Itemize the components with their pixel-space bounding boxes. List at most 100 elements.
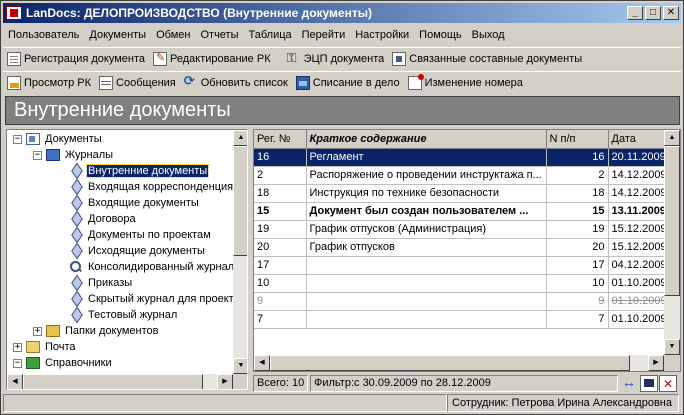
digital-signature-button[interactable]: ЭЦП документа (283, 49, 389, 69)
journal-icon (69, 198, 83, 208)
scroll-thumb[interactable] (270, 355, 630, 371)
tree-node-documents[interactable]: − Документы (13, 131, 103, 147)
scroll-thumb[interactable] (233, 146, 247, 256)
scroll-up-icon[interactable]: ▲ (664, 130, 680, 146)
menu-documents[interactable]: Документы (84, 29, 151, 41)
filter-status: Фильтр:с 30.09.2009 по 28.12.2009 (310, 374, 618, 392)
filter-settings-icon[interactable] (640, 374, 658, 392)
tree-node-label: Папки документов (65, 325, 159, 337)
swap-columns-icon[interactable] (621, 374, 639, 392)
tree-node-label: Консолидированный журнал (88, 261, 233, 273)
collapse-icon[interactable]: − (13, 134, 22, 144)
menu-exit[interactable]: Выход (467, 29, 510, 41)
tree-horizontal-scrollbar[interactable]: ◀ ▶ (7, 374, 233, 389)
menu-user[interactable]: Пользователь (3, 29, 84, 41)
table-row[interactable]: 20 График отпусков 20 15.12.2009 (254, 238, 664, 257)
tree-node-test-journal[interactable]: Тестовый журнал (69, 307, 178, 323)
scroll-left-icon[interactable]: ◀ (7, 374, 23, 389)
cell-summary (306, 274, 547, 293)
menu-reports[interactable]: Отчеты (195, 29, 243, 41)
journal-icon (69, 166, 83, 176)
clear-filter-icon[interactable] (659, 374, 677, 392)
expand-icon[interactable]: + (13, 342, 22, 352)
scroll-up-icon[interactable]: ▲ (233, 130, 247, 146)
scroll-down-icon[interactable]: ▼ (233, 358, 247, 374)
cell-seq-no: 18 (546, 184, 609, 203)
app-logo-icon (6, 6, 22, 20)
grid-vertical-scrollbar[interactable]: ▲ ▼ (664, 130, 680, 355)
tree-node-label: Тестовый журнал (88, 309, 178, 321)
table-row[interactable]: 10 10 01.10.2009 (254, 274, 664, 293)
menu-settings[interactable]: Настройки (350, 29, 414, 41)
linked-docs-button[interactable]: Связанные составные документы (388, 49, 586, 69)
cell-seq-no: 9 (546, 292, 609, 311)
table-row[interactable]: 15 Документ был создан пользователем ...… (254, 202, 664, 221)
tree-node-project-docs[interactable]: Документы по проектам (69, 227, 212, 243)
table-row[interactable]: 16 Регламент 16 20.11.2009 (254, 148, 664, 167)
refresh-button[interactable]: Обновить список (180, 73, 292, 93)
grid-footer: Всего: 10 Фильтр:с 30.09.2009 по 28.12.2… (253, 374, 681, 392)
table-row[interactable]: 2 Распоряжение о проведении инструктажа … (254, 166, 664, 185)
tree-node-journals[interactable]: − Журналы (33, 147, 114, 163)
tree-node-directories[interactable]: − Справочники (13, 355, 113, 371)
table-row[interactable]: 18 Инструкция по технике безопасности 18… (254, 184, 664, 203)
book-icon (26, 357, 40, 369)
scroll-right-icon[interactable]: ▶ (648, 355, 664, 371)
archive-button[interactable]: Списание в дело (292, 73, 404, 93)
column-header-seq-no[interactable]: N п/п (546, 130, 609, 149)
messages-button[interactable]: Сообщения (95, 73, 180, 93)
scroll-thumb[interactable] (664, 146, 680, 296)
tree-node-internal-docs[interactable]: Внутренние документы (69, 163, 210, 179)
collapse-icon[interactable]: − (33, 150, 42, 160)
tree-node-contracts[interactable]: Договора (69, 211, 137, 227)
cell-date: 15.12.2009 (608, 238, 664, 257)
journal-icon (69, 310, 83, 320)
table-row[interactable]: 9 9 01.10.2009 (254, 292, 664, 311)
messages-label: Сообщения (116, 76, 176, 89)
cell-date: 04.12.2009 (608, 256, 664, 275)
close-button[interactable]: ✕ (663, 6, 679, 20)
menu-table[interactable]: Таблица (244, 29, 297, 41)
cell-reg-no: 18 (254, 184, 307, 203)
cell-summary: Распоряжение о проведении инструктажа п.… (306, 166, 547, 185)
tree-node-outgoing-docs[interactable]: Исходящие документы (69, 243, 206, 259)
menu-navigate[interactable]: Перейти (297, 29, 351, 41)
scroll-right-icon[interactable]: ▶ (217, 374, 233, 389)
tree-vertical-scrollbar[interactable]: ▲ ▼ (233, 130, 247, 374)
edit-card-button[interactable]: Редактирование РК (149, 49, 275, 69)
cell-date: 14.12.2009 (608, 166, 664, 185)
minimize-button[interactable]: _ (627, 6, 643, 20)
tree-node-mail[interactable]: + Почта (13, 339, 77, 355)
menu-exchange[interactable]: Обмен (151, 29, 195, 41)
digital-signature-label: ЭЦП документа (303, 52, 385, 65)
documents-table: Рег. № Краткое содержание N п/п Дата 16 … (254, 130, 664, 329)
table-row[interactable]: 17 17 04.12.2009 (254, 256, 664, 275)
scroll-down-icon[interactable]: ▼ (664, 339, 680, 355)
column-header-summary[interactable]: Краткое содержание (306, 130, 547, 149)
cell-date: 01.10.2009 (608, 310, 664, 329)
register-document-button[interactable]: Регистрация документа (3, 49, 149, 69)
menu-help[interactable]: Помощь (414, 29, 467, 41)
expand-icon[interactable]: + (33, 326, 42, 336)
tree-node-orders[interactable]: Приказы (69, 275, 133, 291)
tree-node-incoming-docs[interactable]: Входящие документы (69, 195, 200, 211)
table-row[interactable]: 19 График отпусков (Администрация) 19 15… (254, 220, 664, 239)
menu-bar: Пользователь Документы Обмен Отчеты Табл… (3, 25, 681, 44)
cell-seq-no: 20 (546, 238, 609, 257)
view-card-button[interactable]: Просмотр РК (3, 73, 95, 93)
collapse-icon[interactable]: − (13, 358, 22, 368)
scroll-left-icon[interactable]: ◀ (254, 355, 270, 371)
change-number-button[interactable]: Изменение номера (404, 73, 527, 93)
tree-node-consolidated-journal[interactable]: Консолидированный журнал (69, 259, 233, 275)
column-header-date[interactable]: Дата (608, 130, 664, 149)
tree-node-label: Договора (88, 213, 136, 225)
column-header-reg-no[interactable]: Рег. № (254, 130, 307, 149)
maximize-button[interactable]: □ (645, 6, 661, 20)
tree-node-hidden-journal[interactable]: Скрытый журнал для проектов (69, 291, 233, 307)
tree-node-incoming-correspondence[interactable]: Входящая корреспонденция (69, 179, 233, 195)
table-row[interactable]: 7 7 01.10.2009 (254, 310, 664, 329)
title-bar[interactable]: LanDocs: ДЕЛОПРОИЗВОДСТВО (Внутренние до… (3, 3, 681, 23)
scroll-thumb[interactable] (23, 374, 203, 389)
grid-horizontal-scrollbar[interactable]: ◀ ▶ (254, 355, 664, 371)
tree-node-doc-folders[interactable]: + Папки документов (33, 323, 159, 339)
